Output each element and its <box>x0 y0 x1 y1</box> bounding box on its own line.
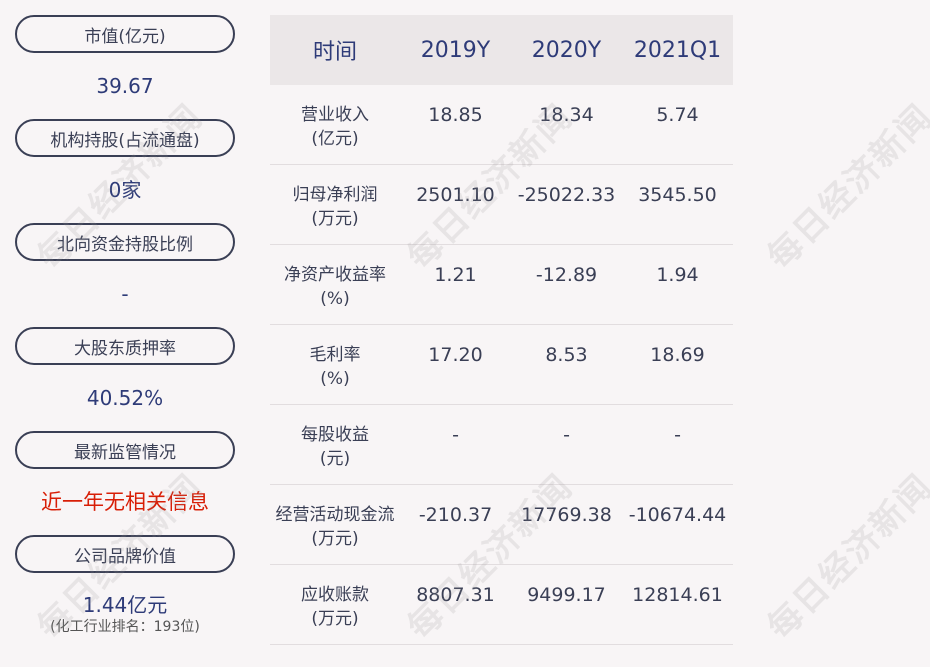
row-label: 应收账款 (万元) <box>301 585 369 629</box>
cell-value: -12.89 <box>535 264 598 286</box>
brand-value-amount: 1.44亿元 <box>82 593 168 617</box>
cell-value: 1.21 <box>434 264 477 286</box>
table-row: 应收账款 (万元) 8807.31 9499.17 12814.61 <box>270 565 733 645</box>
cell-value: -10674.44 <box>628 504 727 526</box>
table-row: 净资产收益率 (%) 1.21 -12.89 1.94 <box>270 245 733 325</box>
brand-value-label: 公司品牌价值 <box>15 535 235 573</box>
cell-value: 17769.38 <box>521 504 612 526</box>
cell-value: 17.20 <box>428 344 483 366</box>
table-header: 时间 2019Y 2020Y 2021Q1 <box>270 15 733 85</box>
market-cap-value: 39.67 <box>96 74 154 98</box>
regulatory-status-value: 近一年无相关信息 <box>41 490 209 514</box>
cell-value: 9499.17 <box>527 584 606 606</box>
row-label: 归母净利润 (万元) <box>292 185 378 229</box>
cell-value: - <box>674 424 681 446</box>
row-label: 营业收入 (亿元) <box>301 105 369 149</box>
table-row: 每股收益 (元) - - - <box>270 405 733 485</box>
row-label: 净资产收益率 (%) <box>284 265 386 309</box>
cell-value: 3545.50 <box>638 184 717 206</box>
table-row: 归母净利润 (万元) 2501.10 -25022.33 3545.50 <box>270 165 733 245</box>
header-time: 时间 <box>312 40 357 65</box>
institution-holding-value: 0家 <box>108 178 142 202</box>
pledge-ratio-value: 40.52% <box>86 386 164 410</box>
cell-value: -25022.33 <box>517 184 616 206</box>
market-cap-label: 市值(亿元) <box>15 15 235 53</box>
institution-holding-label: 机构持股(占流通盘) <box>15 119 235 157</box>
pledge-ratio-label: 大股东质押率 <box>15 327 235 365</box>
header-2021q1: 2021Q1 <box>633 37 722 63</box>
cell-value: -210.37 <box>418 504 493 526</box>
left-metrics-panel: 市值(亿元) 39.67 机构持股(占流通盘) 0家 北向资金持股比例 - 大股… <box>15 15 235 636</box>
cell-value: 18.85 <box>428 104 483 126</box>
cell-value: - <box>452 424 459 446</box>
regulatory-status-label: 最新监管情况 <box>15 431 235 469</box>
cell-value: 18.69 <box>650 344 705 366</box>
row-label: 毛利率 (%) <box>309 345 361 389</box>
financial-table: 时间 2019Y 2020Y 2021Q1 营业收入 (亿元) 18.85 18.… <box>270 15 733 645</box>
table-row: 营业收入 (亿元) 18.85 18.34 5.74 <box>270 85 733 165</box>
row-label: 经营活动现金流 (万元) <box>275 505 395 549</box>
brand-value-rank: (化工行业排名：193位) <box>50 619 200 635</box>
header-2019: 2019Y <box>420 37 491 63</box>
cell-value: 5.74 <box>656 104 699 126</box>
cell-value: 8807.31 <box>416 584 495 606</box>
cell-value: - <box>563 424 570 446</box>
northbound-ratio-value: - <box>121 282 129 306</box>
cell-value: 12814.61 <box>632 584 723 606</box>
watermark: 每日经济新闻 <box>759 466 930 648</box>
cell-value: 2501.10 <box>416 184 495 206</box>
header-2020: 2020Y <box>531 37 602 63</box>
cell-value: 8.53 <box>545 344 588 366</box>
northbound-ratio-label: 北向资金持股比例 <box>15 223 235 261</box>
table-row: 经营活动现金流 (万元) -210.37 17769.38 -10674.44 <box>270 485 733 565</box>
watermark: 每日经济新闻 <box>759 96 930 278</box>
brand-value: 1.44亿元 (化工行业排名：193位) <box>15 573 235 636</box>
cell-value: 1.94 <box>656 264 699 286</box>
row-label: 每股收益 (元) <box>301 425 369 469</box>
table-row: 毛利率 (%) 17.20 8.53 18.69 <box>270 325 733 405</box>
cell-value: 18.34 <box>539 104 594 126</box>
